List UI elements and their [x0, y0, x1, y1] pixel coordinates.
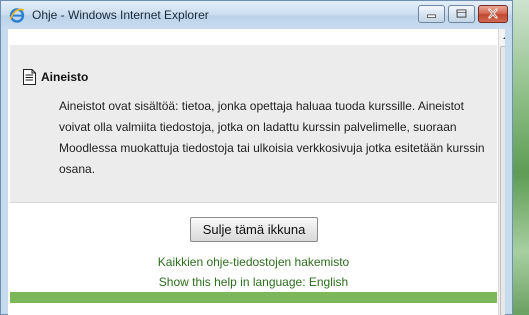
page-viewport: Aineisto Aineistot ovat sisältöä: tietoa…: [8, 29, 505, 315]
close-window-button[interactable]: [478, 5, 508, 23]
scroll-up-button[interactable]: [499, 29, 505, 45]
minimize-button[interactable]: [418, 5, 445, 23]
title-bar[interactable]: Ohje - Windows Internet Explorer: [1, 1, 512, 29]
help-panel: Aineisto Aineistot ovat sisältöä: tietoa…: [10, 45, 497, 203]
document-icon: [23, 69, 36, 85]
chevron-up-icon: [503, 37, 505, 39]
help-text: Aineistot ovat sisältöä: tietoa, jonka o…: [59, 99, 485, 176]
close-icon: [488, 8, 498, 19]
help-index-link[interactable]: Kaikkien ohje-tiedostojen hakemisto: [10, 255, 497, 269]
desktop-background: [513, 0, 529, 315]
close-this-window-button[interactable]: Sulje tämä ikkuna: [190, 217, 318, 242]
help-language-link[interactable]: Show this help in language: English: [10, 275, 497, 289]
browser-window: Ohje - Windows Internet Explorer Aineist…: [0, 0, 513, 315]
maximize-button[interactable]: [448, 5, 475, 23]
help-title: Aineisto: [41, 70, 89, 84]
vertical-scrollbar[interactable]: [498, 29, 505, 315]
help-page: Aineisto Aineistot ovat sisältöä: tietoa…: [10, 45, 497, 315]
minimize-icon: [427, 14, 436, 18]
internet-explorer-icon: [9, 8, 25, 23]
help-heading: Aineisto: [22, 69, 88, 85]
footer-bar: [10, 292, 497, 303]
scroll-thumb[interactable]: [500, 46, 505, 315]
maximize-icon: [456, 9, 467, 18]
window-title: Ohje - Windows Internet Explorer: [32, 8, 209, 22]
